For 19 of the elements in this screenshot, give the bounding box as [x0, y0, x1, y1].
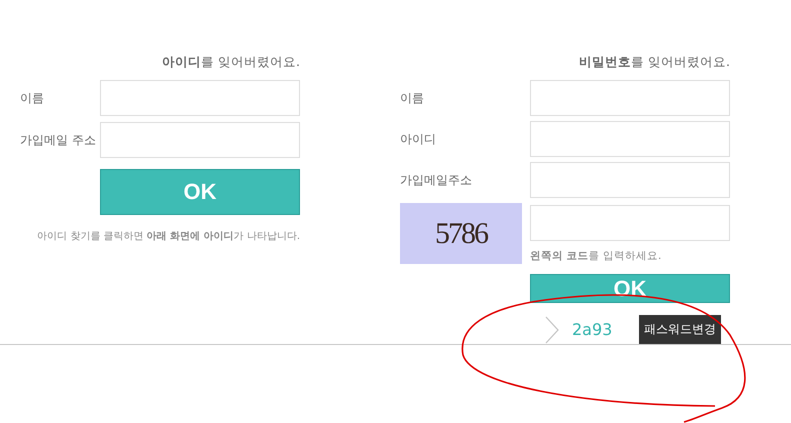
section-heading: 비밀번호를 잊어버렸어요. [578, 54, 730, 71]
field-label: 가입메일 주소 [19, 132, 97, 148]
captcha-image: 5786 [400, 203, 522, 264]
input-field[interactable] [100, 80, 300, 116]
input-field[interactable] [530, 162, 730, 198]
change-password-button[interactable]: 패스워드변경 [639, 315, 721, 344]
field-label: 이름 [400, 90, 425, 106]
section-heading: 아이디를 잊어버렸어요. [161, 54, 300, 71]
captcha-hint: 왼쪽의 코드를 입력하세요. [530, 248, 662, 262]
input-field[interactable] [530, 121, 730, 157]
field-label: 아이디 [400, 130, 437, 148]
input-field[interactable] [530, 80, 730, 116]
help-text: 아이디 찾기를 클릭하면 아래 화면에 아이디가 나타납니다. [36, 230, 300, 243]
result-code: 2a93 [572, 320, 614, 339]
field-label: 가입메일주소 [400, 172, 473, 188]
ok-button[interactable]: OK [100, 169, 300, 215]
input-field[interactable] [100, 122, 300, 158]
captcha-field[interactable] [530, 204, 730, 240]
field-label: 이름 [19, 90, 45, 106]
